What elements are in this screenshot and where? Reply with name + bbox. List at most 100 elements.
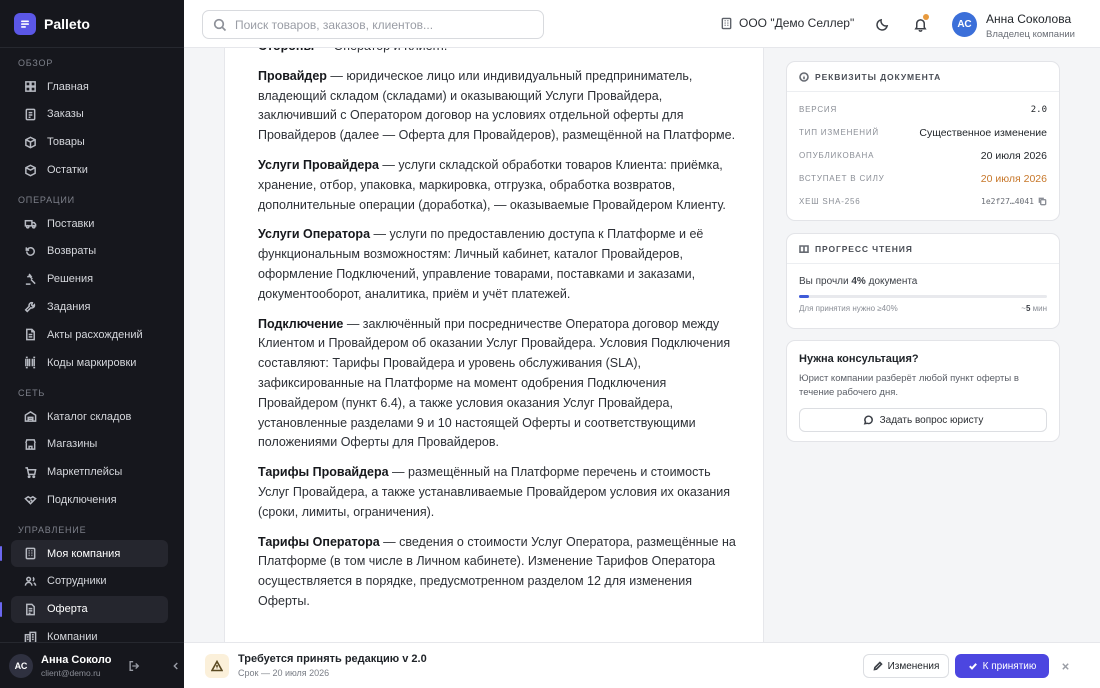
warning-icon: [205, 654, 229, 678]
sidebar-item-label: Главная: [47, 80, 89, 93]
user-avatar[interactable]: АС: [952, 12, 977, 37]
search-input[interactable]: [235, 17, 525, 32]
progress-time: ~5 мин: [1021, 304, 1047, 313]
sidebar-item[interactable]: Каталог складов: [11, 403, 168, 430]
term-name: Провайдер: [258, 68, 327, 83]
user-menu[interactable]: Анна Соколова Владелец компании: [986, 12, 1075, 40]
sidebar-item[interactable]: Маркетплейсы: [11, 459, 168, 486]
document-details-card: Реквизиты документа Версия 2.0 Тип изменен…: [786, 61, 1060, 221]
document-content: Стороны — Оператор и Клиент. Провайдер — …: [258, 48, 736, 622]
sidebar-item-label: Поставки: [47, 217, 95, 230]
ask-lawyer-button[interactable]: Задать вопрос юристу: [799, 408, 1047, 432]
notifications-button[interactable]: [910, 14, 930, 34]
details-value: 20 июля 2026: [980, 149, 1047, 162]
users-icon: [23, 574, 37, 588]
brand[interactable]: Palleto: [0, 0, 184, 48]
sidebar-item[interactable]: Товары: [11, 129, 168, 156]
close-icon[interactable]: [1058, 659, 1072, 673]
building-icon: [23, 547, 37, 561]
go-to-accept-button[interactable]: К принятию: [955, 654, 1049, 678]
search-box[interactable]: [202, 10, 544, 39]
sidebar-item[interactable]: Решения: [11, 266, 168, 293]
changes-button[interactable]: Изменения: [863, 654, 949, 678]
box-icon: [23, 135, 37, 149]
term-paragraph: Провайдер — юридическое лицо или индивид…: [258, 67, 736, 146]
sidebar-item[interactable]: Магазины: [11, 431, 168, 458]
details-value[interactable]: 1e2f27…4041: [981, 197, 1047, 206]
details-row: Тип изменений Существенное изменение: [787, 121, 1059, 144]
term-definition: — заключённый при посредничестве Операто…: [258, 316, 731, 450]
sidebar-item[interactable]: Заказы: [11, 101, 168, 128]
return-icon: [23, 244, 37, 258]
sidebar-item[interactable]: Главная: [11, 73, 168, 100]
sidebar-item[interactable]: Моя компания: [0, 540, 168, 567]
copy-icon[interactable]: [1038, 197, 1047, 206]
progress-text: Вы прочли 4% документа: [799, 276, 918, 287]
sidebar-item-label: Маркетплейсы: [47, 466, 123, 479]
changes-button-label: Изменения: [887, 660, 940, 672]
cart-icon: [23, 465, 37, 479]
nav-section-title: Управление: [18, 525, 87, 535]
pencil-icon: [873, 661, 883, 671]
sidebar-item-label: Подключения: [47, 494, 117, 507]
wrench-icon: [23, 300, 37, 314]
warehouse-icon: [23, 410, 37, 424]
check-icon: [968, 663, 977, 670]
nav-section-title: Сеть: [18, 388, 46, 398]
document-viewer[interactable]: Стороны — Оператор и Клиент. Провайдер — …: [224, 48, 764, 642]
collapse-sidebar-icon[interactable]: [169, 659, 183, 673]
accept-button-label: К принятию: [982, 660, 1037, 672]
consult-title: Нужна консультация?: [799, 353, 919, 365]
sidebar-item-label: Товары: [47, 136, 85, 149]
details-row: Вступает в силу 20 июля 2026: [787, 167, 1059, 190]
sidebar-user-email: client@demo.ru: [41, 667, 101, 678]
acceptance-bar: Требуется принять редакцию v 2.0 Срок — …: [184, 642, 1100, 688]
sidebar-item[interactable]: Поставки: [11, 210, 168, 237]
details-title: Реквизиты документа: [815, 71, 942, 82]
sidebar-item-label: Сотрудники: [47, 575, 107, 588]
theme-toggle-button[interactable]: [872, 14, 892, 34]
details-key: Версия: [799, 105, 838, 114]
user-role: Владелец компании: [986, 29, 1075, 40]
moon-icon: [875, 18, 888, 31]
sidebar-item-label: Возвраты: [47, 245, 97, 258]
progress-requirement: Для принятия нужно ≥40%: [799, 304, 898, 313]
organization-switcher[interactable]: ООО "Демо Селлер": [720, 16, 854, 30]
sidebar-avatar: АС: [9, 653, 33, 678]
term-name: Подключение: [258, 316, 344, 331]
sidebar-user-name: Анна Соколова: [41, 653, 111, 666]
consult-text: Юрист компании разберёт любой пункт офер…: [799, 373, 1019, 398]
details-card-header: Реквизиты документа: [787, 62, 1059, 92]
details-key: Хеш SHA-256: [799, 197, 861, 206]
book-icon: [799, 244, 809, 253]
palleto-logo-icon: [14, 12, 36, 35]
details-value: 20 июля 2026: [980, 172, 1047, 185]
sidebar-item-label: Заказы: [47, 108, 84, 121]
logout-icon[interactable]: [127, 659, 141, 673]
sidebar-item[interactable]: Подключения: [11, 487, 168, 514]
sidebar-item[interactable]: Задания: [11, 294, 168, 321]
sidebar-item[interactable]: Коды маркировки: [11, 349, 168, 376]
progress-title: Прогресс чтения: [815, 243, 913, 254]
sidebar-item[interactable]: Остатки: [11, 157, 168, 184]
sidebar-item[interactable]: Сотрудники: [11, 568, 168, 595]
truck-icon: [23, 217, 37, 231]
ask-lawyer-label: Задать вопрос юристу: [879, 414, 984, 426]
term-definition: Стороны — Оператор и Клиент.: [258, 48, 447, 53]
term-paragraph: Тарифы Провайдера — размещённый на Платф…: [258, 463, 736, 522]
nav-section-title: Обзор: [18, 58, 54, 68]
document-icon: [23, 328, 37, 342]
progress-percent: 4%: [851, 276, 866, 287]
sidebar-item-label: Коды маркировки: [47, 356, 137, 369]
sidebar: Palleto Обзор Главная Заказы Товары Остатки О…: [0, 0, 184, 688]
progress-bar-fill: [799, 295, 809, 298]
sidebar-item[interactable]: Оферта: [0, 595, 168, 623]
sidebar-item-label: Акты расхождений: [47, 328, 143, 341]
sidebar-user[interactable]: АС Анна Соколова client@demo.ru: [0, 642, 184, 688]
sidebar-item[interactable]: Акты расхождений: [11, 321, 168, 348]
details-value: 2.0: [1030, 104, 1047, 115]
sidebar-item[interactable]: Возвраты: [11, 238, 168, 265]
sidebar-item-label: Оферта: [47, 603, 88, 616]
sidebar-item-label: Задания: [47, 301, 91, 314]
details-row: Версия 2.0: [787, 98, 1059, 121]
